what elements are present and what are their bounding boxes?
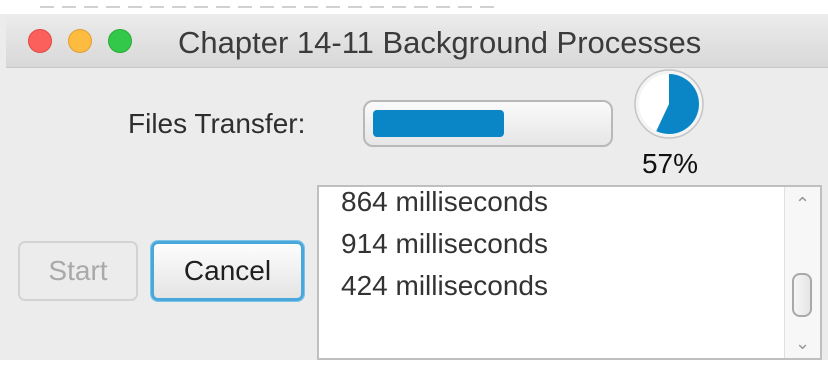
maximize-window-button[interactable]: [108, 29, 132, 53]
files-transfer-progress-bar: [363, 100, 613, 147]
scroll-thumb[interactable]: [792, 273, 812, 317]
start-button[interactable]: Start: [18, 241, 138, 301]
progress-bar-fill: [373, 110, 504, 137]
minimize-window-button[interactable]: [68, 29, 92, 53]
close-window-button[interactable]: [28, 29, 52, 53]
window-title: Chapter 14-11 Background Processes: [178, 25, 702, 60]
cancel-button[interactable]: Cancel: [151, 241, 304, 301]
log-line: 914 milliseconds: [341, 228, 548, 259]
window-bottom-edge: [0, 360, 828, 368]
log-line: 864 milliseconds: [341, 186, 548, 217]
chevron-up-icon[interactable]: ⌃: [785, 191, 820, 217]
window-content: Files Transfer: 57% Start Cancel 864 mil…: [6, 68, 828, 368]
log-lines: 864 milliseconds 914 milliseconds 424 mill…: [341, 186, 548, 307]
files-transfer-label: Files Transfer:: [128, 108, 306, 139]
log-text-area[interactable]: 864 milliseconds 914 milliseconds 424 mill…: [317, 185, 822, 360]
progress-percent-label: 57%: [641, 148, 699, 179]
background-window-strip: [0, 0, 828, 14]
log-scrollbar[interactable]: ⌃ ⌄: [784, 187, 820, 358]
progress-indicator-pie: [634, 69, 704, 139]
log-line: 424 milliseconds: [341, 270, 548, 301]
chevron-down-icon[interactable]: ⌄: [785, 330, 820, 356]
window-titlebar[interactable]: Chapter 14-11 Background Processes: [6, 14, 828, 68]
background-text-remnant: [40, 6, 500, 8]
